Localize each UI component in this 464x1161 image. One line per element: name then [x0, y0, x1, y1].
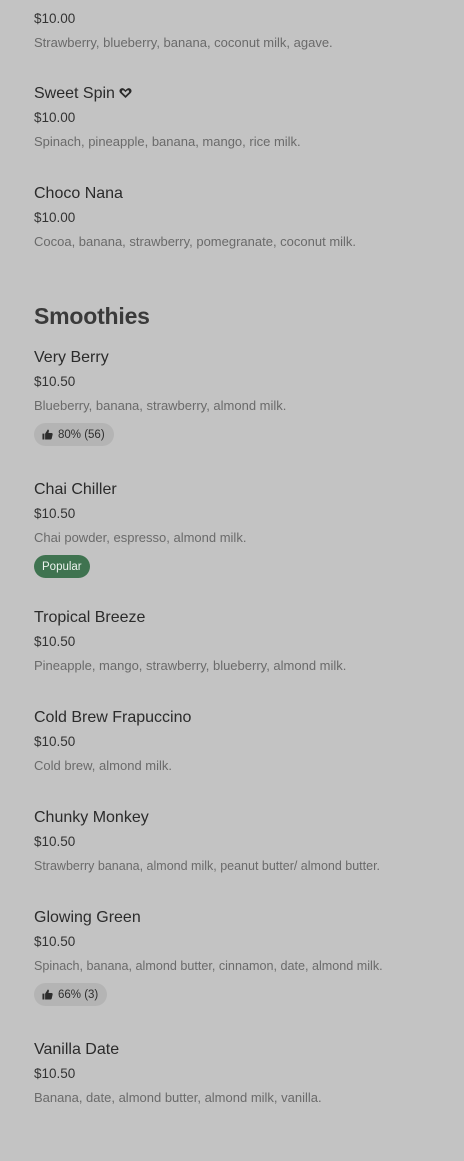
- item-description: Strawberry banana, almond milk, peanut b…: [34, 859, 381, 873]
- menu-item[interactable]: $10.00 Strawberry, blueberry, banana, co…: [34, 0, 444, 52]
- item-price: $10.00: [34, 110, 76, 125]
- item-name: Choco Nana: [34, 185, 123, 202]
- item-price: $10.50: [34, 934, 76, 949]
- item-description: Cold brew, almond milk.: [34, 758, 172, 773]
- menu-item[interactable]: Choco Nana $10.00 Cocoa, banana, strawbe…: [34, 184, 444, 251]
- menu-item[interactable]: Glowing Green $10.50 Spinach, banana, al…: [34, 908, 444, 1006]
- item-description: Strawberry, blueberry, banana, coconut m…: [34, 35, 333, 50]
- menu-item[interactable]: Chai Chiller $10.50 Chai powder, espress…: [34, 480, 444, 578]
- menu-item[interactable]: Vanilla Date $10.50 Banana, date, almond…: [34, 1040, 444, 1107]
- item-name: Very Berry: [34, 349, 109, 366]
- rating-badge: 80% (56): [34, 423, 114, 446]
- menu-item[interactable]: Chunky Monkey $10.50 Strawberry banana, …: [34, 808, 444, 875]
- item-price: $10.50: [34, 634, 76, 649]
- item-price: $10.50: [34, 506, 76, 521]
- heart-icon: [119, 85, 132, 98]
- section-title: Smoothies: [34, 303, 150, 329]
- menu-item[interactable]: Cold Brew Frapuccino $10.50 Cold brew, a…: [34, 708, 444, 775]
- item-name: Tropical Breeze: [34, 609, 146, 626]
- thumbs-up-icon: [42, 989, 53, 1000]
- popular-badge: Popular: [34, 555, 90, 578]
- rating-badge: 66% (3): [34, 983, 108, 1006]
- rating-text: 66% (3): [58, 988, 99, 1001]
- thumbs-up-icon: [42, 429, 53, 440]
- item-name: Glowing Green: [34, 909, 141, 926]
- item-description: Pineapple, mango, strawberry, blueberry,…: [34, 658, 347, 673]
- item-description: Blueberry, banana, strawberry, almond mi…: [34, 398, 287, 413]
- rating-text: 80% (56): [58, 428, 105, 441]
- item-name: Chai Chiller: [34, 481, 117, 498]
- menu-item[interactable]: Very Berry $10.50 Blueberry, banana, str…: [34, 348, 444, 446]
- item-description: Spinach, pineapple, banana, mango, rice …: [34, 134, 301, 149]
- menu-item[interactable]: Sweet Spin $10.00 Spinach, pineapple, ba…: [34, 84, 444, 151]
- item-price: $10.00: [34, 210, 76, 225]
- item-name: Chunky Monkey: [34, 809, 149, 826]
- item-price: $10.50: [34, 834, 76, 849]
- item-name: Cold Brew Frapuccino: [34, 709, 192, 726]
- item-price: $10.50: [34, 734, 76, 749]
- item-name: Sweet Spin: [34, 85, 115, 102]
- item-description: Spinach, banana, almond butter, cinnamon…: [34, 959, 383, 973]
- item-name: Vanilla Date: [34, 1041, 120, 1058]
- item-description: Banana, date, almond butter, almond milk…: [34, 1090, 322, 1105]
- item-description: Cocoa, banana, strawberry, pomegranate, …: [34, 234, 357, 249]
- item-price: $10.50: [34, 374, 76, 389]
- menu-item[interactable]: Tropical Breeze $10.50 Pineapple, mango,…: [34, 608, 444, 675]
- item-name-row: Sweet Spin: [34, 84, 444, 104]
- item-price: $10.00: [34, 11, 76, 26]
- item-price: $10.50: [34, 1066, 76, 1081]
- item-description: Chai powder, espresso, almond milk.: [34, 530, 247, 545]
